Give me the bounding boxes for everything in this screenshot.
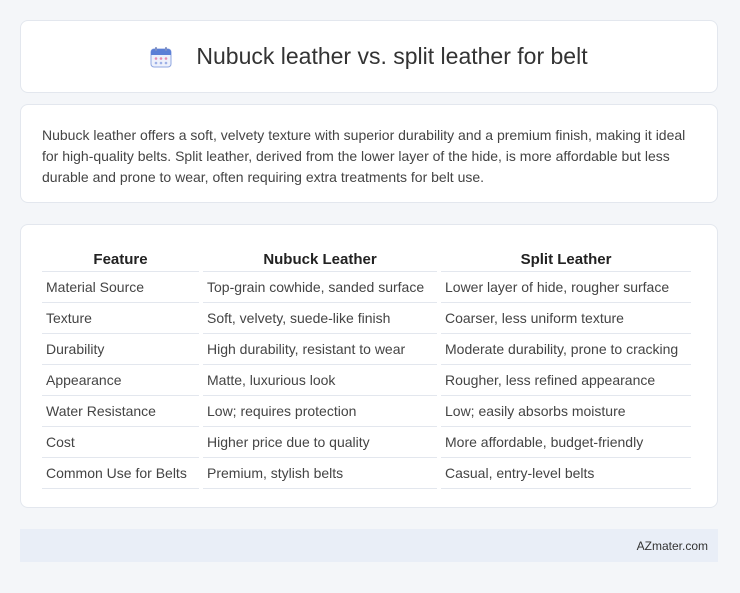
feature-cell: Cost xyxy=(42,427,199,458)
nubuck-cell: Top-grain cowhide, sanded surface xyxy=(203,272,437,303)
intro-text: Nubuck leather offers a soft, velvety te… xyxy=(42,127,686,185)
table-header-row: Feature Nubuck Leather Split Leather xyxy=(42,245,691,272)
footer-brand[interactable]: AZmater.com xyxy=(637,539,708,553)
header-split: Split Leather xyxy=(441,245,691,272)
page-title: Nubuck leather vs. split leather for bel… xyxy=(196,43,588,69)
comparison-table: Feature Nubuck Leather Split Leather Mat… xyxy=(38,245,695,489)
split-cell: Lower layer of hide, rougher surface xyxy=(441,272,691,303)
nubuck-cell: Soft, velvety, suede-like finish xyxy=(203,303,437,334)
table-row: Appearance Matte, luxurious look Rougher… xyxy=(42,365,691,396)
nubuck-cell: Low; requires protection xyxy=(203,396,437,427)
nubuck-cell: Matte, luxurious look xyxy=(203,365,437,396)
table-row: Common Use for Belts Premium, stylish be… xyxy=(42,458,691,489)
table-row: Water Resistance Low; requires protectio… xyxy=(42,396,691,427)
split-cell: Rougher, less refined appearance xyxy=(441,365,691,396)
split-cell: Low; easily absorbs moisture xyxy=(441,396,691,427)
feature-cell: Appearance xyxy=(42,365,199,396)
table-row: Material Source Top-grain cowhide, sande… xyxy=(42,272,691,303)
feature-cell: Material Source xyxy=(42,272,199,303)
table-row: Durability High durability, resistant to… xyxy=(42,334,691,365)
split-cell: Moderate durability, prone to cracking xyxy=(441,334,691,365)
nubuck-cell: Premium, stylish belts xyxy=(203,458,437,489)
header-feature: Feature xyxy=(42,245,199,272)
split-cell: Casual, entry-level belts xyxy=(441,458,691,489)
split-cell: Coarser, less uniform texture xyxy=(441,303,691,334)
table-row: Cost Higher price due to quality More af… xyxy=(42,427,691,458)
split-cell: More affordable, budget-friendly xyxy=(441,427,691,458)
feature-cell: Durability xyxy=(42,334,199,365)
intro-card: Nubuck leather offers a soft, velvety te… xyxy=(20,104,718,203)
feature-cell: Texture xyxy=(42,303,199,334)
nubuck-cell: Higher price due to quality xyxy=(203,427,437,458)
feature-cell: Common Use for Belts xyxy=(42,458,199,489)
comparison-card: Feature Nubuck Leather Split Leather Mat… xyxy=(20,224,718,508)
header-nubuck: Nubuck Leather xyxy=(203,245,437,272)
feature-cell: Water Resistance xyxy=(42,396,199,427)
calendar-icon xyxy=(150,46,172,68)
footer-bar: AZmater.com xyxy=(20,529,718,562)
title-card: Nubuck leather vs. split leather for bel… xyxy=(20,20,718,93)
nubuck-cell: High durability, resistant to wear xyxy=(203,334,437,365)
title-row: Nubuck leather vs. split leather for bel… xyxy=(150,43,588,70)
table-row: Texture Soft, velvety, suede-like finish… xyxy=(42,303,691,334)
